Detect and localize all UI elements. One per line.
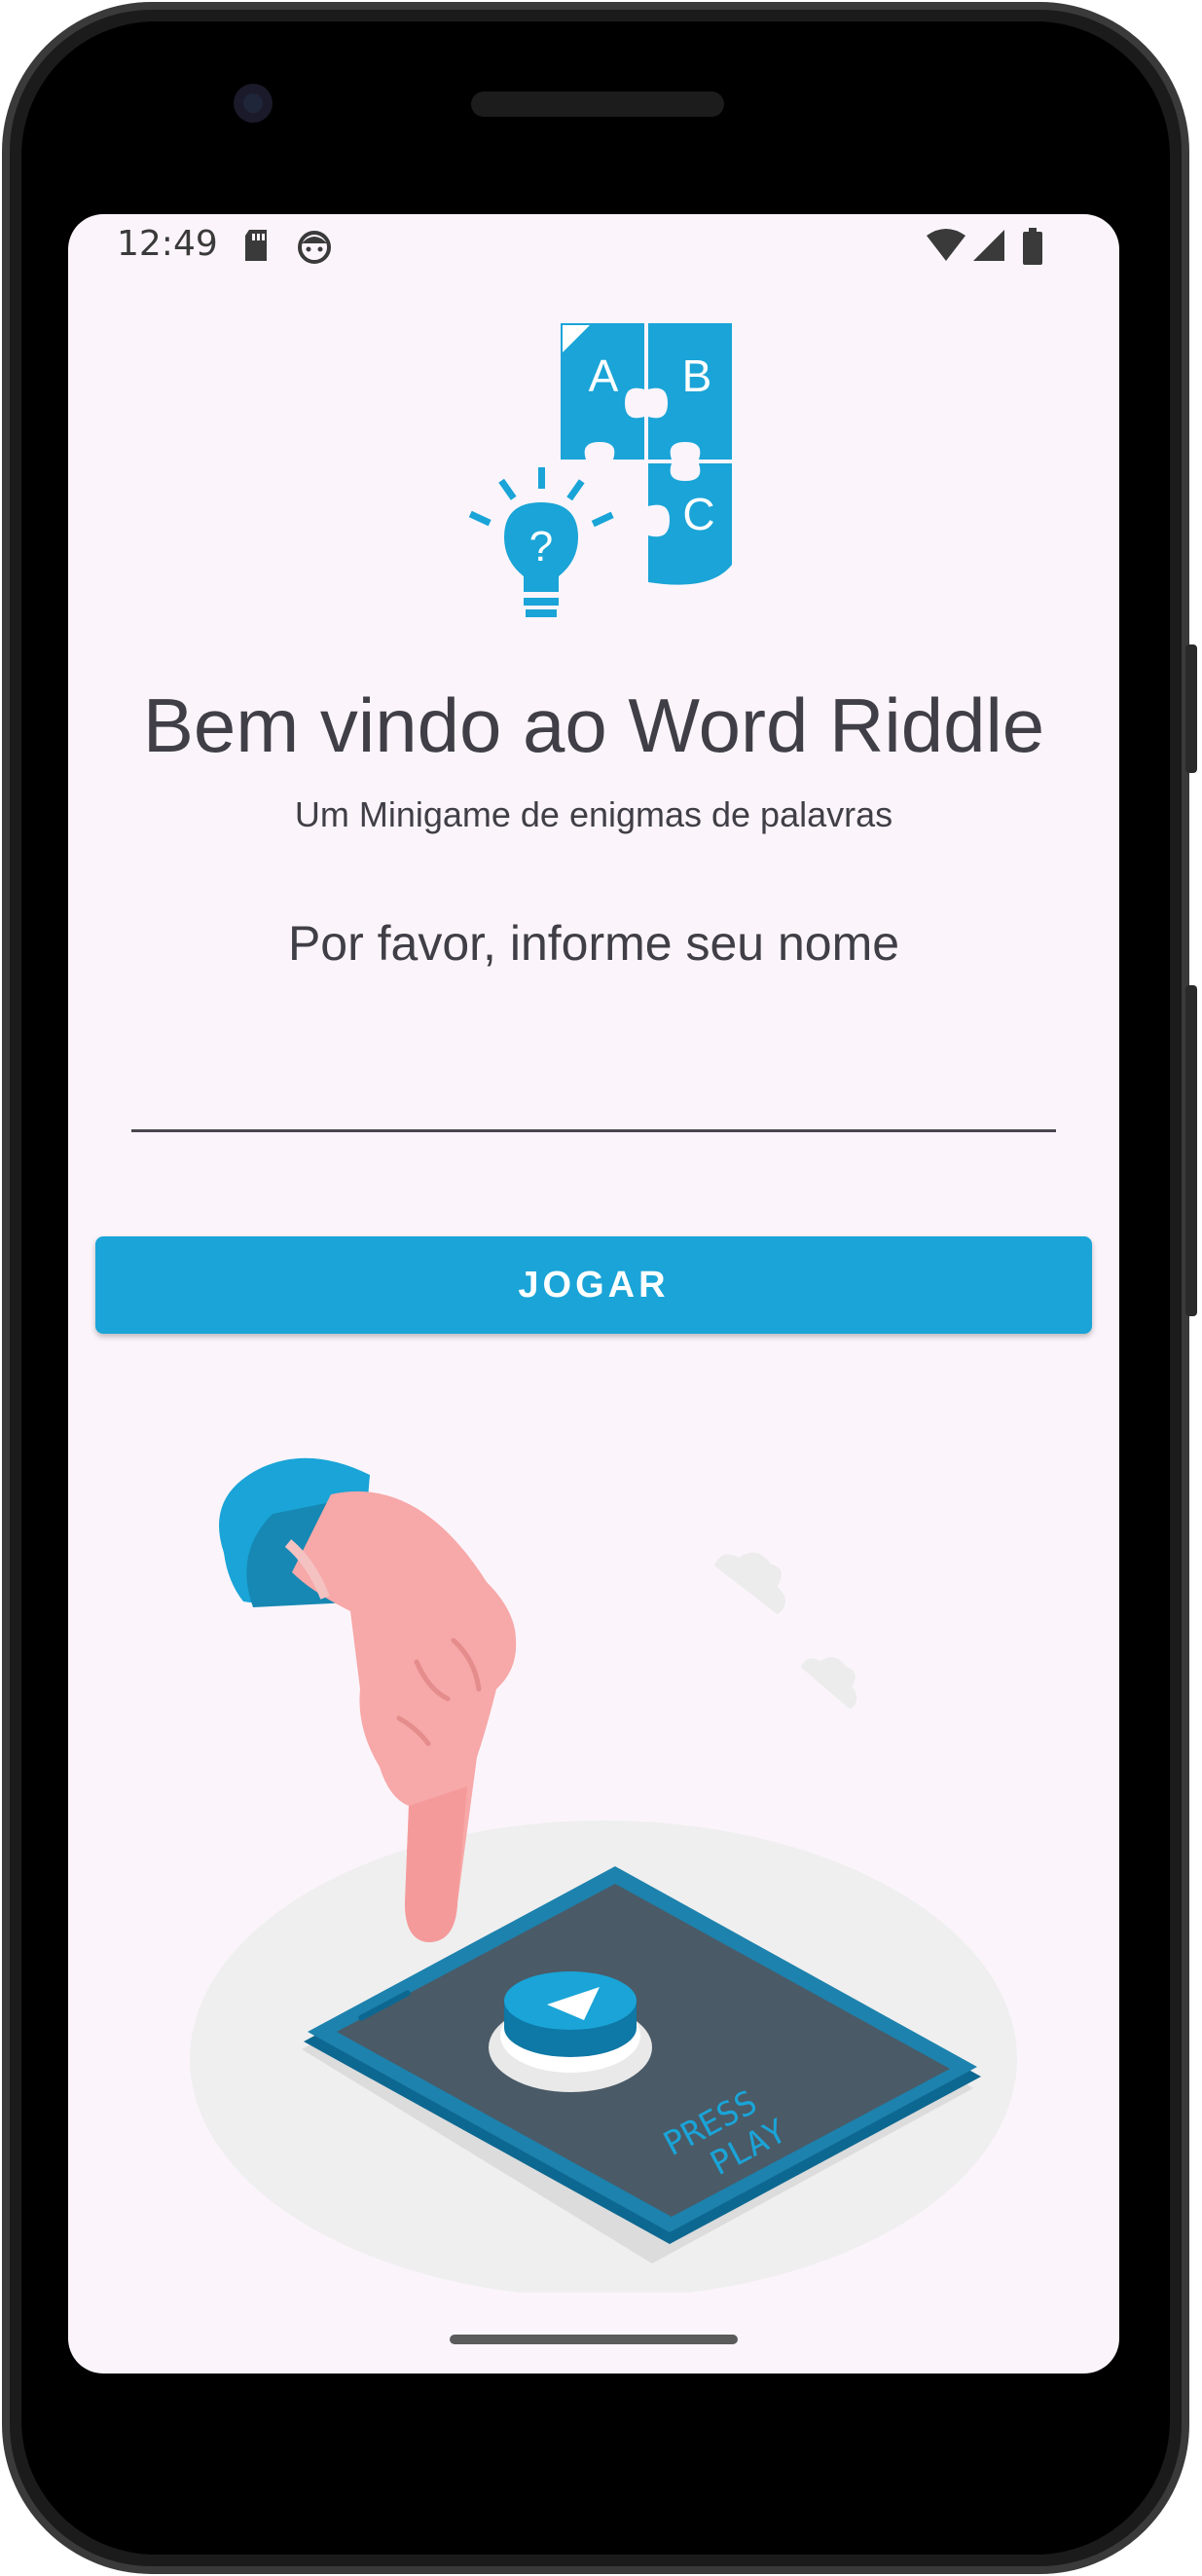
status-bar: 12:49 (68, 214, 1119, 280)
play-button[interactable]: JOGAR (95, 1236, 1092, 1334)
welcome-title: Bem vindo ao Word Riddle (142, 682, 1045, 768)
name-input[interactable] (131, 1051, 1056, 1132)
puzzle-piece-a: A (561, 323, 644, 460)
puzzle-lightbulb-logo: A B C ? (448, 321, 749, 633)
bulb-question-mark: ? (529, 523, 553, 570)
wifi-icon (925, 228, 967, 267)
lightbulb-icon: ? (468, 467, 614, 617)
app-screen: 12:49 A B C ? Bem vindo ao Word Riddle U… (68, 214, 1119, 2374)
status-time: 12:49 (117, 224, 218, 264)
name-prompt: Por favor, informe seu nome (287, 916, 900, 971)
piece-a-letter: A (589, 350, 619, 401)
sd-card-icon (241, 228, 271, 267)
piece-b-letter: B (682, 350, 712, 401)
puzzle-piece-b: B (648, 323, 732, 460)
piece-c-letter: C (682, 489, 714, 539)
welcome-subtitle: Um Minigame de enigmas de palavras (294, 794, 893, 834)
puzzle-piece-c: C (648, 463, 732, 585)
cell-signal-icon (971, 228, 1006, 267)
robot-face-icon (296, 228, 333, 269)
battery-icon (1022, 228, 1043, 269)
hand-pressing-play-illustration: PRESS PLAY (165, 1436, 1017, 2298)
gesture-nav-handle[interactable] (450, 2335, 738, 2344)
